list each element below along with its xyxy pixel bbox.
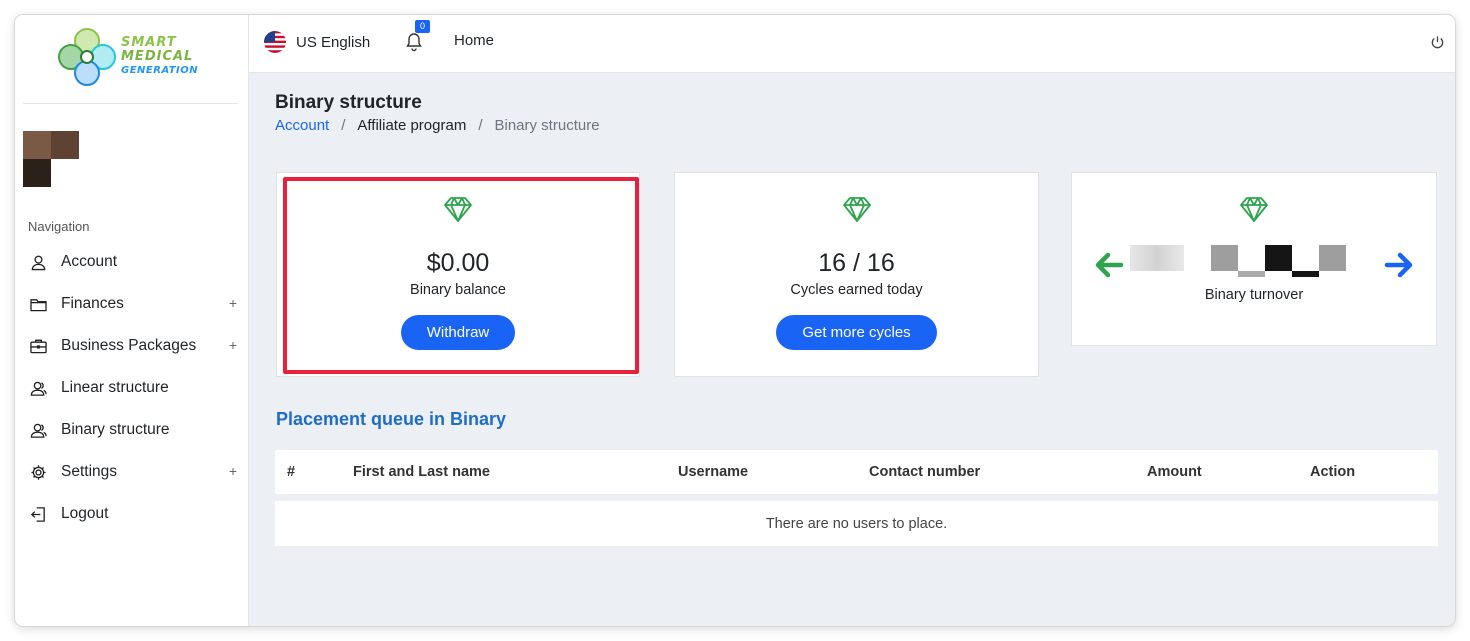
top-bar: US English 0 Home (249, 15, 1455, 73)
column-header: Action (1310, 464, 1356, 480)
turnover-values-row (1072, 241, 1436, 289)
sidebar-nav: Account Finances + Business Packages + L… (15, 241, 249, 535)
withdraw-button[interactable]: Withdraw (400, 315, 516, 350)
expand-icon[interactable]: + (229, 463, 237, 479)
language-label: US English (296, 33, 371, 51)
expand-icon[interactable]: + (229, 337, 237, 353)
avatar-pixel (51, 131, 79, 159)
logo-line-3: GENERATION (121, 65, 199, 76)
breadcrumb-affiliate-link[interactable]: Affiliate program (357, 117, 466, 134)
queue-table-header: # First and Last name Username Contact n… (275, 450, 1438, 494)
sidebar-item-label: Binary structure (61, 421, 170, 438)
nav-heading: Navigation (28, 219, 90, 234)
sidebar-item-label: Logout (61, 505, 109, 522)
breadcrumb-separator: / (341, 117, 346, 134)
breadcrumb: Account / Affiliate program / Binary str… (275, 117, 600, 134)
logo-line-2: MEDICAL (121, 49, 194, 64)
sidebar-item-business-packages[interactable]: Business Packages + (15, 325, 249, 367)
user-icon (29, 253, 47, 271)
home-link[interactable]: Home (454, 32, 494, 49)
sidebar-item-label: Business Packages (61, 337, 197, 354)
sidebar-item-label: Linear structure (61, 379, 169, 396)
us-flag-icon (264, 31, 286, 53)
empty-state-message: There are no users to place. (765, 515, 948, 532)
brand-logo[interactable]: SMART MEDICAL GENERATION (55, 25, 205, 89)
diamond-icon (842, 197, 871, 222)
breadcrumb-account-link[interactable]: Account (275, 117, 329, 134)
breadcrumb-separator: / (478, 117, 483, 134)
avatar-pixel (23, 131, 51, 159)
sidebar-item-account[interactable]: Account (15, 241, 249, 283)
binary-balance-caption: Binary balance (410, 282, 506, 298)
sidebar-item-logout[interactable]: Logout (15, 493, 249, 535)
arrow-right-icon[interactable] (1384, 251, 1414, 279)
sidebar-divider (23, 103, 238, 104)
main-content: Binary structure Account / Affiliate pro… (249, 73, 1455, 626)
column-header: Contact number (869, 464, 981, 480)
logo-emblem-icon (58, 28, 116, 86)
language-selector[interactable]: US English (264, 31, 370, 53)
column-header: # (287, 464, 296, 480)
bell-icon[interactable] (405, 32, 423, 52)
avatar[interactable] (23, 131, 79, 187)
sidebar-item-binary-structure[interactable]: Binary structure (15, 409, 249, 451)
diamond-icon (444, 197, 472, 222)
queue-table-body: There are no users to place. (275, 501, 1438, 546)
avatar-pixel (23, 159, 51, 187)
logo-line-1: SMART (121, 35, 177, 50)
binary-turnover-caption: Binary turnover (1204, 287, 1304, 303)
sidebar-item-label: Account (61, 253, 118, 270)
binary-balance-card: $0.00 Binary balance Withdraw (276, 172, 640, 377)
column-header: First and Last name (353, 464, 490, 480)
users-icon (29, 379, 47, 397)
cycles-card: 16 / 16 Cycles earned today Get more cyc… (674, 172, 1039, 377)
binary-balance-value: $0.00 (426, 249, 490, 277)
diamond-icon (1240, 197, 1268, 222)
logout-icon (29, 505, 47, 523)
arrow-left-icon[interactable] (1094, 251, 1124, 279)
briefcase-icon (29, 337, 47, 355)
app-window: SMART MEDICAL GENERATION Navigation Acco… (15, 15, 1455, 626)
page-title: Binary structure (275, 92, 422, 113)
placement-queue-title: Placement queue in Binary (276, 409, 507, 429)
cycles-value: 16 / 16 (818, 249, 895, 277)
sidebar: SMART MEDICAL GENERATION Navigation Acco… (15, 15, 249, 626)
power-icon[interactable] (1430, 35, 1445, 50)
breadcrumb-current: Binary structure (494, 117, 600, 134)
redacted-block (1292, 271, 1319, 277)
sidebar-item-settings[interactable]: Settings + (15, 451, 249, 493)
column-header: Amount (1147, 464, 1202, 480)
redacted-block (1265, 245, 1292, 271)
binary-turnover-card: Binary turnover (1071, 172, 1437, 346)
notification-badge: 0 (415, 20, 430, 33)
cycles-caption: Cycles earned today (790, 282, 923, 298)
sidebar-item-label: Settings (61, 463, 118, 480)
folder-icon (29, 295, 47, 313)
expand-icon[interactable]: + (229, 295, 237, 311)
sidebar-item-finances[interactable]: Finances + (15, 283, 249, 325)
get-more-cycles-button[interactable]: Get more cycles (776, 315, 937, 350)
column-header: Username (678, 464, 749, 480)
redacted-block (1238, 271, 1265, 277)
sidebar-item-linear-structure[interactable]: Linear structure (15, 367, 249, 409)
redacted-left-value (1130, 245, 1184, 271)
redacted-block (1319, 245, 1346, 271)
users-icon (29, 421, 47, 439)
logo-wordmark: SMART MEDICAL GENERATION (121, 36, 198, 78)
redacted-block (1211, 245, 1238, 271)
sidebar-item-label: Finances (61, 295, 124, 312)
gear-icon (29, 463, 47, 481)
